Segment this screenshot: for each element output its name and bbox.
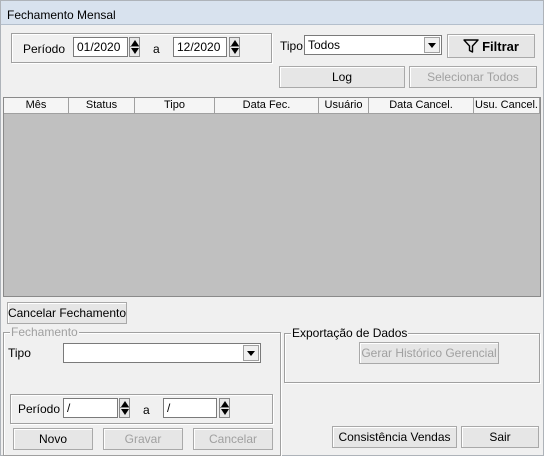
periodo-a-label: a (153, 42, 160, 56)
fechamento-periodo-from-spinner[interactable] (119, 398, 130, 418)
fechamento-mensal-window: Fechamento Mensal Período 01/2020 a 12/2… (0, 0, 544, 456)
fechamento-periodo-to-spinner[interactable] (219, 398, 230, 418)
selecionar-todos-button[interactable]: Selecionar Todos (409, 66, 537, 88)
consistencia-vendas-button[interactable]: Consistência Vendas (332, 426, 457, 448)
novo-button[interactable]: Novo (13, 428, 93, 450)
periodo-from-input[interactable]: 01/2020 (73, 37, 128, 57)
fechamentos-grid[interactable]: Mês Status Tipo Data Fec. Usuário Data C… (3, 97, 541, 297)
filtrar-button[interactable]: Filtrar (447, 34, 535, 58)
fechamento-tipo-label: Tipo (8, 346, 31, 360)
periodo-from-spinner[interactable] (129, 37, 140, 57)
exportacao-group-title: Exportação de Dados (291, 326, 409, 340)
column-header-tipo[interactable]: Tipo (135, 98, 215, 113)
window-title: Fechamento Mensal (1, 1, 543, 25)
fechamento-periodo-to-input[interactable]: / (163, 398, 217, 418)
column-header-data-fec[interactable]: Data Fec. (215, 98, 319, 113)
cancelar-button[interactable]: Cancelar (193, 428, 273, 450)
sair-button[interactable]: Sair (461, 426, 539, 448)
tipo-filter-select[interactable]: Todos (304, 35, 442, 55)
gravar-button[interactable]: Gravar (103, 428, 183, 450)
tipo-filter-label: Tipo (280, 39, 303, 53)
fechamento-tipo-select[interactable] (63, 343, 261, 363)
log-button[interactable]: Log (279, 66, 405, 88)
fechamento-periodo-from-input[interactable]: / (63, 398, 118, 418)
fechamento-group-title: Fechamento (10, 325, 79, 339)
column-header-status[interactable]: Status (69, 98, 135, 113)
cancelar-fechamento-button[interactable]: Cancelar Fechamento (7, 302, 127, 324)
column-header-usuario[interactable]: Usuário (319, 98, 369, 113)
fechamento-periodo-a-label: a (143, 403, 150, 417)
periodo-to-input[interactable]: 12/2020 (173, 37, 227, 57)
chevron-down-icon[interactable] (243, 345, 259, 361)
fechamento-periodo-label: Período (18, 402, 61, 416)
column-header-mes[interactable]: Mês (4, 98, 69, 113)
tipo-filter-value: Todos (308, 38, 341, 52)
filter-icon (463, 39, 479, 53)
gerar-historico-gerencial-button[interactable]: Gerar Histórico Gerencial (359, 342, 499, 364)
grid-header: Mês Status Tipo Data Fec. Usuário Data C… (4, 98, 540, 114)
periodo-to-spinner[interactable] (229, 37, 240, 57)
column-header-data-cancel[interactable]: Data Cancel. (369, 98, 474, 113)
column-header-usu-cancel[interactable]: Usu. Cancel. (474, 98, 540, 113)
periodo-label: Período (23, 42, 66, 56)
filtrar-label: Filtrar (482, 38, 519, 54)
chevron-down-icon[interactable] (424, 37, 440, 53)
